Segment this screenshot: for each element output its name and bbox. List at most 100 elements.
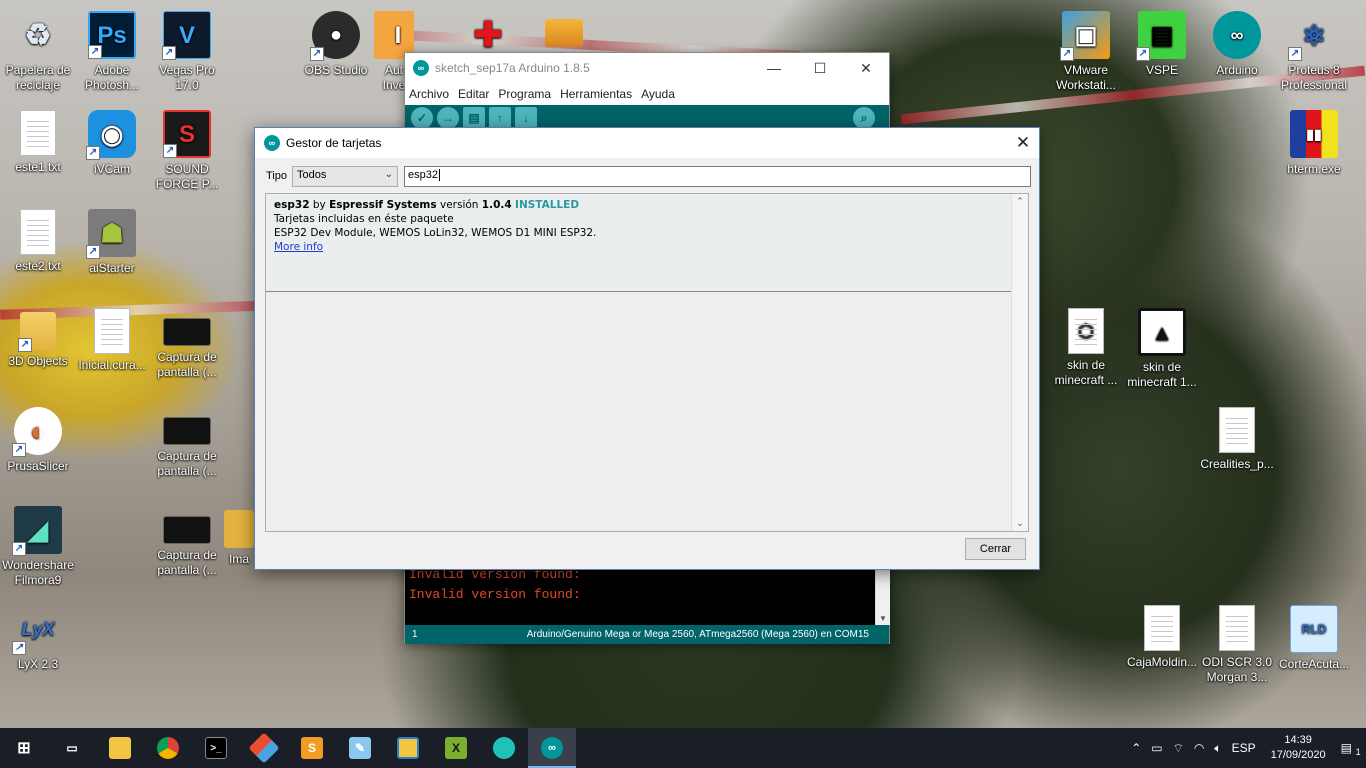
- desktop-icon-vspe[interactable]: ▤ ↗ VSPE: [1124, 5, 1200, 101]
- taskbar-arduino[interactable]: ∞: [528, 728, 576, 768]
- browser-icon: [493, 737, 515, 759]
- desktop-icon-proteus[interactable]: ⚛ ↗ Proteus 8 Professional: [1274, 5, 1354, 101]
- desktop-icon-hterm[interactable]: ▮▮ hterm.exe: [1274, 104, 1354, 200]
- desktop-icon-inicial-cura[interactable]: Inicial.cura...: [74, 302, 150, 398]
- file-manager-icon: [397, 737, 419, 759]
- desktop-icon-cajamoldin[interactable]: CajaMoldin...: [1124, 599, 1200, 695]
- taskbar-chrome[interactable]: [144, 728, 192, 768]
- serial-monitor-icon[interactable]: ⌕: [853, 107, 875, 129]
- desktop-icon-ivcam[interactable]: ◉ ↗ iVCam: [74, 104, 150, 200]
- desktop-icon-captura-3[interactable]: Captura de pantalla (...: [149, 500, 225, 596]
- desktop-icon-vmware[interactable]: ▣ ↗ VMware Workstati...: [1048, 5, 1124, 101]
- arduino-logo-icon: ∞: [413, 60, 429, 76]
- chrome-icon: [157, 737, 179, 759]
- scroll-up-icon[interactable]: ⌃: [1012, 196, 1028, 207]
- chevron-up-icon[interactable]: ⌃: [1131, 741, 1141, 755]
- open-icon[interactable]: ↑: [489, 107, 511, 129]
- clock[interactable]: 14:39 17/09/2020: [1271, 733, 1326, 763]
- scroll-down-icon[interactable]: ⌄: [1012, 518, 1028, 529]
- upload-icon[interactable]: →: [437, 107, 459, 129]
- desktop-icon-lyx[interactable]: LyX ↗ LyX 2.3: [0, 599, 76, 695]
- board-manager-dialog: ∞ Gestor de tarjetas ✕ Tipo Todos ⌄ esp3…: [254, 127, 1040, 570]
- menu-programa[interactable]: Programa: [498, 87, 551, 101]
- wifi-icon[interactable]: ◠: [1194, 741, 1204, 755]
- taskbar-notepad[interactable]: ✎: [336, 728, 384, 768]
- search-input[interactable]: esp32: [404, 165, 1031, 187]
- dialog-titlebar[interactable]: ∞ Gestor de tarjetas: [255, 128, 1039, 158]
- menu-ayuda[interactable]: Ayuda: [641, 87, 675, 101]
- desktop-icon-corteacuta[interactable]: RLD CorteAcuta...: [1274, 599, 1354, 695]
- desktop-icon-aistarter[interactable]: ☗ ↗ aiStarter: [74, 203, 150, 299]
- dialog-close-icon[interactable]: ✕: [1007, 128, 1039, 158]
- more-info-link[interactable]: More info: [274, 240, 323, 254]
- vspe-icon: ▤ ↗: [1136, 11, 1186, 61]
- taskbar-file-manager[interactable]: [384, 728, 432, 768]
- arduino-menubar: Archivo Editar Programa Herramientas Ayu…: [405, 83, 889, 105]
- desktop-icon-crealities[interactable]: Crealities_p...: [1199, 401, 1275, 497]
- status-line-number: 1: [412, 629, 418, 640]
- console-scrollbar[interactable]: ▼: [875, 563, 890, 625]
- maximize-button[interactable]: ☐: [797, 53, 843, 83]
- folder-icon: ↗: [18, 312, 56, 352]
- taskbar-terminal[interactable]: >_: [192, 728, 240, 768]
- notepad-icon: ✎: [349, 737, 371, 759]
- desktop-icon-ima[interactable]: Ima: [224, 500, 254, 596]
- task-view-button[interactable]: ▭: [48, 728, 96, 768]
- verify-icon[interactable]: ✓: [411, 107, 433, 129]
- desktop-icon-proteus-small[interactable]: ✚: [450, 5, 526, 53]
- desktop-icon-skin-1[interactable]: ⬡ skin de minecraft ...: [1048, 302, 1124, 398]
- desktop-icon-odi-scr[interactable]: ODI SCR 3.0 Morgan 3...: [1199, 599, 1275, 695]
- status-badge: INSTALLED: [515, 199, 580, 211]
- filmora-icon: ◢ ↗: [12, 506, 62, 556]
- list-item-esp32[interactable]: esp32 by Espressif Systems versión 1.0.4…: [266, 194, 1012, 292]
- menu-editar[interactable]: Editar: [458, 87, 489, 101]
- volume-icon[interactable]: 🔈︎: [1214, 741, 1221, 756]
- desktop-icon-recycle-bin[interactable]: ♻ Papelera de reciclaje: [0, 5, 76, 101]
- language-indicator[interactable]: ESP: [1232, 741, 1256, 755]
- cerrar-button[interactable]: Cerrar: [965, 538, 1026, 560]
- desktop-icon-este2[interactable]: este2.txt: [0, 203, 76, 299]
- desktop-icon-soundforge[interactable]: S ↗ SOUND FORGE P...: [149, 104, 225, 200]
- taskbar-browser[interactable]: [480, 728, 528, 768]
- desktop-icon-captura-2[interactable]: Captura de pantalla (...: [149, 401, 225, 497]
- status-board: Arduino/Genuino Mega or Mega 2560, ATmeg…: [526, 629, 869, 640]
- desktop-icon-vegas[interactable]: V ↗ Vegas Pro 17.0: [149, 5, 225, 101]
- desktop-icon-captura-1[interactable]: Captura de pantalla (...: [149, 302, 225, 398]
- taskbar-git[interactable]: [240, 728, 288, 768]
- xilinx-icon: X: [445, 737, 467, 759]
- dialog-title: Gestor de tarjetas: [286, 136, 382, 150]
- boards-list[interactable]: esp32 by Espressif Systems versión 1.0.4…: [265, 193, 1029, 532]
- desktop-icon-3d-objects[interactable]: ↗ 3D Objects: [0, 302, 76, 398]
- taskbar-sublime[interactable]: S: [288, 728, 336, 768]
- desktop-icon-filmora[interactable]: ◢ ↗ Wondershare Filmora9: [0, 500, 76, 596]
- battery-icon[interactable]: ▭: [1151, 741, 1162, 755]
- menu-archivo[interactable]: Archivo: [409, 87, 449, 101]
- desktop-icon-arduino[interactable]: ∞ Arduino: [1199, 5, 1275, 101]
- system-tray: ⌃ ▭ ⌔ ◠ 🔈︎ ESP 14:39 17/09/2020 ▤ 1: [1126, 728, 1366, 768]
- minimize-button[interactable]: —: [751, 53, 797, 83]
- type-select[interactable]: Todos ⌄: [292, 165, 398, 187]
- save-icon[interactable]: ↓: [515, 107, 537, 129]
- entry-boards-heading: Tarjetas incluidas en éste paquete: [274, 213, 454, 225]
- menu-herramientas[interactable]: Herramientas: [560, 87, 632, 101]
- desktop-icon-este1[interactable]: este1.txt: [0, 104, 76, 200]
- taskbar-file-explorer[interactable]: [96, 728, 144, 768]
- entry-version: 1.0.4: [481, 199, 512, 211]
- desktop-icon-prusaslicer[interactable]: ◐ ↗ PrusaSlicer: [0, 401, 76, 497]
- window-close-button[interactable]: ✕: [843, 53, 889, 83]
- network-icon[interactable]: ⌔: [1173, 741, 1184, 756]
- notification-icon[interactable]: ▤ 1: [1341, 741, 1363, 757]
- start-button[interactable]: ⊞: [0, 728, 48, 768]
- desktop-icon-stack[interactable]: [526, 5, 602, 53]
- file-icon: [1219, 605, 1255, 651]
- sound-forge-icon: S ↗: [163, 110, 211, 158]
- list-scrollbar[interactable]: ⌃ ⌄: [1011, 194, 1028, 531]
- taskbar: ⊞ ▭ >_ S ✎ X ∞ ⌃ ▭ ⌔ ◠ 🔈︎ ESP 14:39 17/0…: [0, 728, 1366, 768]
- taskbar-xilinx[interactable]: X: [432, 728, 480, 768]
- desktop-icon-obs[interactable]: ● ↗ OBS Studio: [298, 5, 374, 101]
- desktop-icon-skin-2[interactable]: ▲ skin de minecraft 1...: [1124, 302, 1200, 398]
- new-sketch-icon[interactable]: ▤: [463, 107, 485, 129]
- screenshot-icon: [163, 318, 211, 346]
- terminal-icon: >_: [205, 737, 227, 759]
- desktop-icon-photoshop[interactable]: Ps ↗ Adobe Photosh...: [74, 5, 150, 101]
